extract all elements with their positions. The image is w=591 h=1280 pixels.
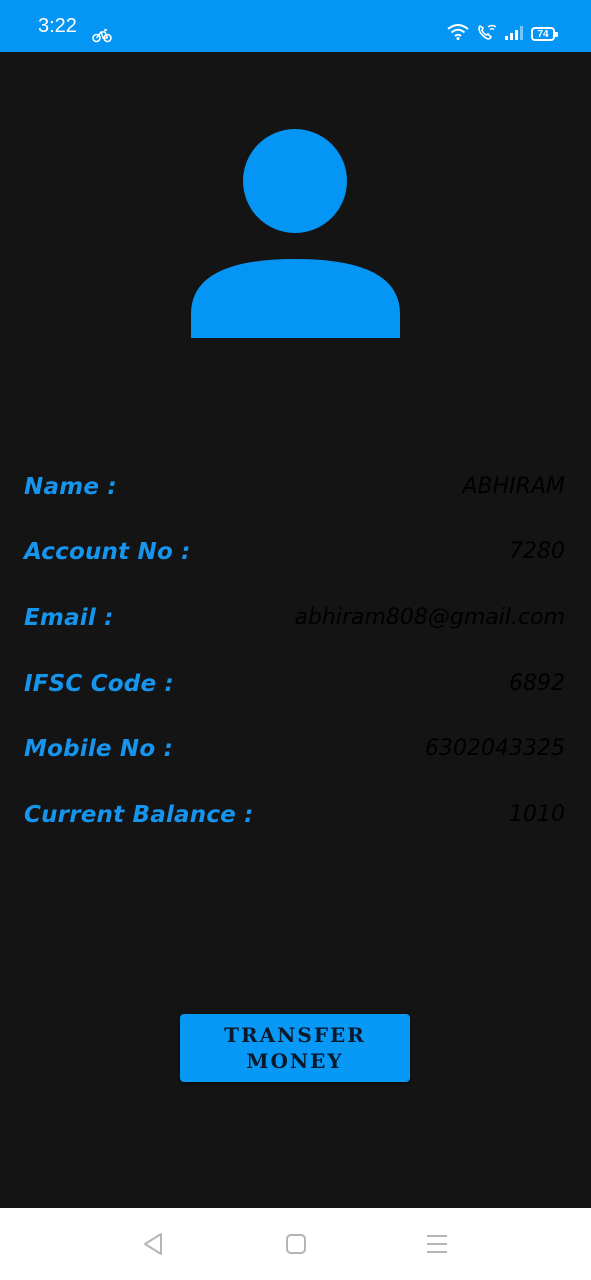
person-icon <box>191 129 400 342</box>
status-bar: 3:22 74 <box>0 0 591 52</box>
ifsc-value: 6892 <box>509 671 565 696</box>
menu-icon[interactable] <box>425 1232 449 1260</box>
email-label: Email : <box>24 605 114 631</box>
system-nav-bar <box>0 1208 591 1280</box>
balance-row: Current Balance : 1010 <box>24 795 565 835</box>
name-label: Name : <box>24 474 117 500</box>
back-icon[interactable] <box>142 1232 164 1260</box>
bike-icon <box>92 28 112 47</box>
mobile-label: Mobile No : <box>24 736 173 762</box>
name-value: ABHIRAM <box>462 474 566 499</box>
ifsc-row: IFSC Code : 6892 <box>24 664 565 704</box>
account-no-value: 7280 <box>509 539 565 564</box>
email-value: abhiram808@gmail.com <box>294 605 565 630</box>
ifsc-label: IFSC Code : <box>24 671 174 697</box>
wifi-icon <box>447 24 469 44</box>
name-row: Name : ABHIRAM <box>24 467 565 507</box>
balance-value: 1010 <box>509 802 565 827</box>
email-row: Email : abhiram808@gmail.com <box>24 598 565 638</box>
home-icon[interactable] <box>285 1232 307 1260</box>
status-time: 3:22 <box>38 15 77 37</box>
account-no-row: Account No : 7280 <box>24 532 565 572</box>
account-details-screen: Name : ABHIRAM Account No : 7280 Email :… <box>0 52 591 1208</box>
battery-icon: 74 <box>531 27 558 41</box>
wifi-call-icon <box>477 24 497 44</box>
mobile-row: Mobile No : 6302043325 <box>24 729 565 769</box>
account-no-label: Account No : <box>24 539 191 565</box>
mobile-value: 6302043325 <box>425 736 565 761</box>
status-icons: 74 <box>447 24 558 44</box>
signal-icon <box>505 25 523 44</box>
balance-label: Current Balance : <box>24 802 254 828</box>
transfer-money-button[interactable]: TRANSFER MONEY <box>180 1014 410 1082</box>
